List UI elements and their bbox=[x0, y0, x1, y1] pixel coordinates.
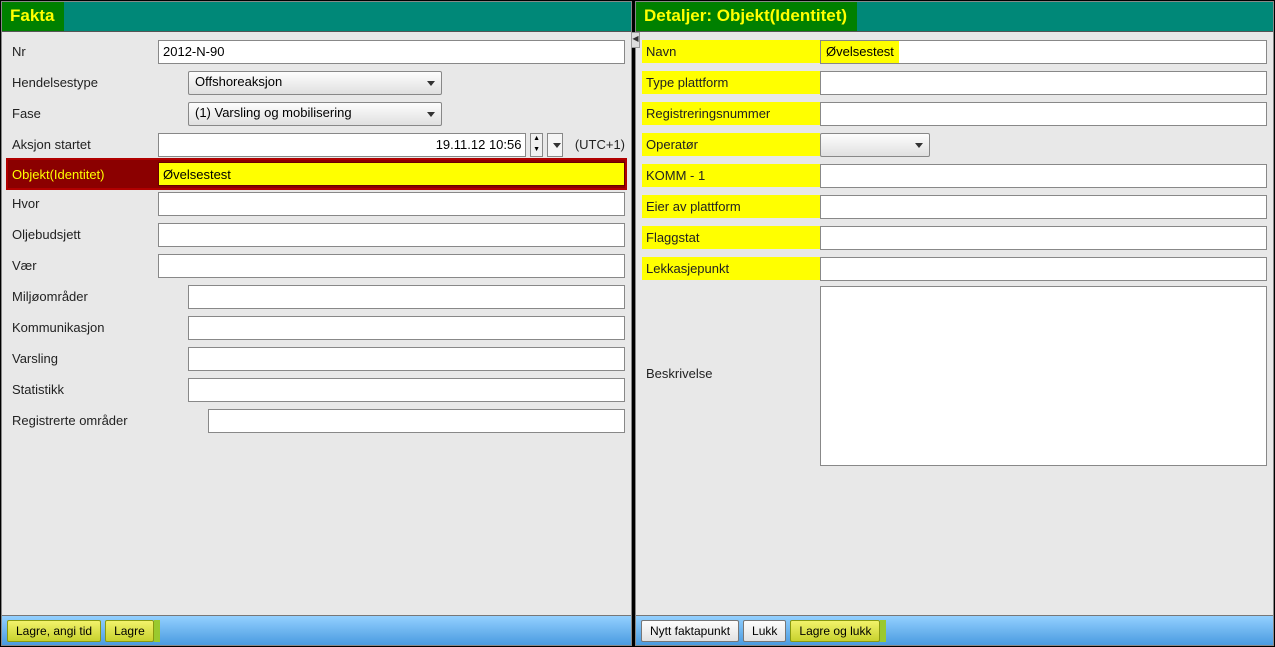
input-regnr[interactable] bbox=[820, 102, 1267, 126]
label-fase: Fase bbox=[8, 106, 188, 121]
select-fase[interactable]: (1) Varsling og mobilisering bbox=[188, 102, 442, 126]
label-regomr: Registrerte områder bbox=[8, 413, 208, 428]
detaljer-header: Detaljer: Objekt(Identitet) bbox=[636, 2, 1273, 32]
row-regomr: Registrerte områder bbox=[8, 405, 625, 436]
input-hvor[interactable] bbox=[158, 192, 625, 216]
fakta-header: Fakta bbox=[2, 2, 631, 32]
input-type[interactable] bbox=[820, 71, 1267, 95]
input-aksjon-datetime[interactable] bbox=[158, 133, 526, 157]
row-komm1: KOMM - 1 bbox=[642, 160, 1267, 191]
timezone-label: (UTC+1) bbox=[567, 137, 625, 152]
input-lekk[interactable] bbox=[820, 257, 1267, 281]
detaljer-panel: ◀ Detaljer: Objekt(Identitet) Navn Øvels… bbox=[635, 1, 1274, 646]
label-nr: Nr bbox=[8, 44, 158, 59]
fakta-form: Nr Hendelsestype Offshoreaksjon Fase (1)… bbox=[2, 32, 631, 615]
lagre-angi-tid-button[interactable]: Lagre, angi tid bbox=[7, 620, 101, 642]
row-regnr: Registreringsnummer bbox=[642, 98, 1267, 129]
input-miljo[interactable] bbox=[188, 285, 625, 309]
lukk-button[interactable]: Lukk bbox=[743, 620, 786, 642]
row-kommunikasjon: Kommunikasjon bbox=[8, 312, 625, 343]
label-aksjon: Aksjon startet bbox=[8, 137, 158, 152]
spinner-up-icon[interactable]: ▲ bbox=[531, 134, 541, 145]
label-olje: Oljebudsjett bbox=[8, 227, 158, 242]
input-nr[interactable] bbox=[158, 40, 625, 64]
row-objekt-identitet[interactable]: Objekt(Identitet) bbox=[6, 158, 627, 190]
row-oljebudsjett: Oljebudsjett bbox=[8, 219, 625, 250]
row-statistikk: Statistikk bbox=[8, 374, 625, 405]
label-stat: Statistikk bbox=[8, 382, 188, 397]
label-vaer: Vær bbox=[8, 258, 158, 273]
label-varsling: Varsling bbox=[8, 351, 188, 366]
row-aksjon: Aksjon startet ▲▼ (UTC+1) bbox=[8, 129, 625, 160]
detaljer-footer: Nytt faktapunkt Lukk Lagre og lukk bbox=[636, 615, 1273, 645]
input-navn-value: Øvelsestest bbox=[821, 41, 899, 63]
input-eier[interactable] bbox=[820, 195, 1267, 219]
label-navn: Navn bbox=[642, 40, 820, 63]
row-hendelsestype: Hendelsestype Offshoreaksjon bbox=[8, 67, 625, 98]
footer-separator-right bbox=[880, 620, 886, 642]
select-hendelsestype[interactable]: Offshoreaksjon bbox=[188, 71, 442, 95]
fakta-title: Fakta bbox=[2, 2, 64, 31]
input-objekt[interactable] bbox=[158, 162, 625, 186]
label-type: Type plattform bbox=[642, 71, 820, 94]
fakta-panel: Fakta Nr Hendelsestype Offshoreaksjon Fa… bbox=[1, 1, 632, 646]
label-lekk: Lekkasjepunkt bbox=[642, 257, 820, 280]
label-objekt: Objekt(Identitet) bbox=[8, 167, 158, 182]
lagre-og-lukk-button[interactable]: Lagre og lukk bbox=[790, 620, 880, 642]
nytt-faktapunkt-button[interactable]: Nytt faktapunkt bbox=[641, 620, 739, 642]
row-hvor: Hvor bbox=[8, 188, 625, 219]
input-regomr[interactable] bbox=[208, 409, 625, 433]
input-komm1[interactable] bbox=[820, 164, 1267, 188]
label-hvor: Hvor bbox=[8, 196, 158, 211]
input-navn[interactable]: Øvelsestest bbox=[820, 40, 1267, 64]
label-hendelsestype: Hendelsestype bbox=[8, 75, 188, 90]
collapse-left-icon[interactable]: ◀ bbox=[631, 32, 640, 48]
label-eier: Eier av plattform bbox=[642, 195, 820, 218]
row-beskrivelse: Beskrivelse bbox=[642, 284, 1267, 471]
label-regnr: Registreringsnummer bbox=[642, 102, 820, 125]
row-navn: Navn Øvelsestest bbox=[642, 36, 1267, 67]
spinner-down-icon[interactable]: ▼ bbox=[531, 145, 541, 156]
input-flagg[interactable] bbox=[820, 226, 1267, 250]
footer-separator bbox=[154, 620, 160, 642]
select-operator[interactable] bbox=[820, 133, 930, 157]
textarea-beskrivelse[interactable] bbox=[820, 286, 1267, 466]
datetime-spinner[interactable]: ▲▼ bbox=[530, 133, 542, 157]
row-type-plattform: Type plattform bbox=[642, 67, 1267, 98]
label-miljo: Miljøområder bbox=[8, 289, 188, 304]
datetime-dropdown-button[interactable] bbox=[547, 133, 563, 157]
input-komm[interactable] bbox=[188, 316, 625, 340]
row-miljo: Miljøområder bbox=[8, 281, 625, 312]
label-komm: Kommunikasjon bbox=[8, 320, 188, 335]
input-stat[interactable] bbox=[188, 378, 625, 402]
lagre-button[interactable]: Lagre bbox=[105, 620, 154, 642]
row-lekkasje: Lekkasjepunkt bbox=[642, 253, 1267, 284]
row-nr: Nr bbox=[8, 36, 625, 67]
row-operator: Operatør bbox=[642, 129, 1267, 160]
detaljer-form: Navn Øvelsestest Type plattform Registre… bbox=[636, 32, 1273, 615]
fakta-footer: Lagre, angi tid Lagre bbox=[2, 615, 631, 645]
label-operator: Operatør bbox=[642, 133, 820, 156]
label-flagg: Flaggstat bbox=[642, 226, 820, 249]
input-varsling[interactable] bbox=[188, 347, 625, 371]
row-fase: Fase (1) Varsling og mobilisering bbox=[8, 98, 625, 129]
row-vaer: Vær bbox=[8, 250, 625, 281]
label-komm1: KOMM - 1 bbox=[642, 164, 820, 187]
input-vaer[interactable] bbox=[158, 254, 625, 278]
detaljer-title: Detaljer: Objekt(Identitet) bbox=[636, 2, 857, 31]
row-flaggstat: Flaggstat bbox=[642, 222, 1267, 253]
label-besk: Beskrivelse bbox=[642, 286, 820, 381]
row-eier: Eier av plattform bbox=[642, 191, 1267, 222]
input-olje[interactable] bbox=[158, 223, 625, 247]
row-varsling: Varsling bbox=[8, 343, 625, 374]
